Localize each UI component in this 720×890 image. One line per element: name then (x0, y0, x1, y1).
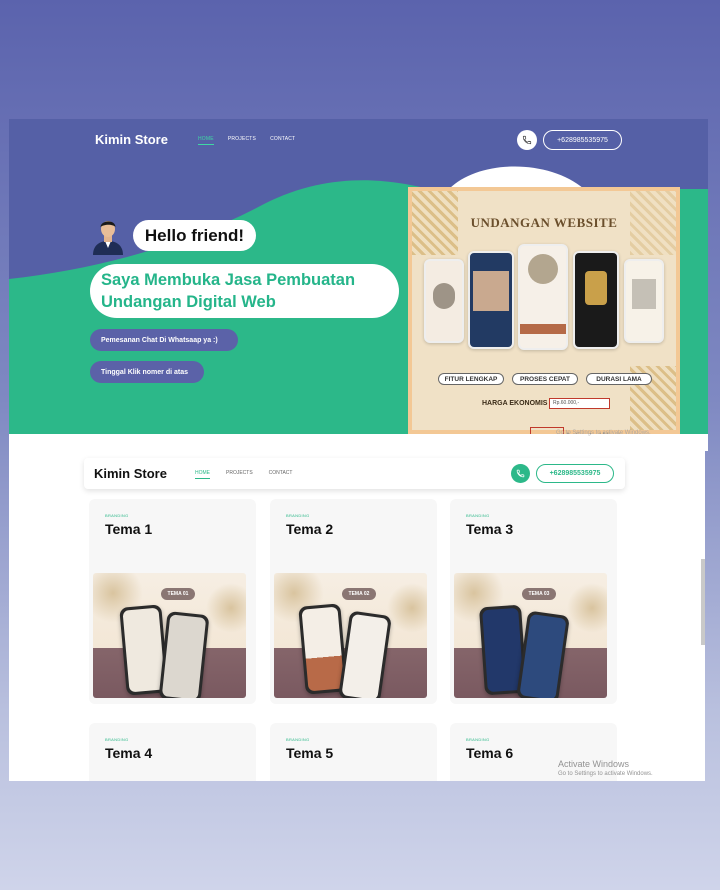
project-card-4[interactable]: BRANDING Tema 4 (89, 723, 256, 781)
card-category: BRANDING (286, 737, 310, 742)
hero-navbar: Kimin Store HOME PROJECTS CONTACT +62898… (9, 119, 708, 161)
nav-home-2[interactable]: HOME (195, 470, 210, 479)
brand-logo[interactable]: Kimin Store (95, 132, 168, 147)
project-card-1[interactable]: BRANDING Tema 1 TEMA 01 (89, 499, 256, 704)
divider-strip: Go to Settings to activate Windows. (9, 430, 708, 451)
click-number-chip[interactable]: Tinggal Klik nomer di atas (90, 361, 204, 383)
card-phone-right (158, 611, 210, 698)
card-phone-right (338, 610, 392, 698)
project-card-5[interactable]: BRANDING Tema 5 (270, 723, 437, 781)
card-category: BRANDING (466, 513, 490, 518)
card-title: Tema 1 (105, 521, 153, 537)
whatsapp-order-chip[interactable]: Pemesanan Chat Di Whatsaap ya :) (90, 329, 238, 351)
projects-section: Kimin Store HOME PROJECTS CONTACT +62898… (9, 451, 705, 781)
phone-icon-2[interactable] (511, 464, 530, 483)
hero-nav-links: HOME PROJECTS CONTACT (198, 136, 295, 145)
phone-icon[interactable] (517, 130, 537, 150)
phone-number-button-2[interactable]: +628985535975 (536, 464, 614, 483)
card-title: Tema 4 (105, 745, 153, 761)
poster-tag-durasi: DURASI LAMA (586, 373, 652, 385)
windows-watermark-top-subtitle: Go to Settings to activate Windows. (556, 430, 651, 436)
card-category: BRANDING (105, 737, 129, 742)
poster-phone-1 (424, 259, 464, 343)
card-title: Tema 6 (466, 745, 514, 761)
card-title: Tema 3 (466, 521, 514, 537)
card-thumbnail: TEMA 03 (454, 573, 607, 698)
nav-links-2: HOME PROJECTS CONTACT (195, 470, 292, 479)
windows-watermark-bottom: Activate Windows Go to Settings to activ… (558, 759, 653, 777)
promo-poster: UNDANGAN WEBSITE FITUR LENGKAP PROSES CE… (408, 187, 680, 434)
nav-contact-2[interactable]: CONTACT (269, 470, 293, 479)
tema-badge: TEMA 01 (161, 588, 195, 600)
headline-line-2: Undangan Digital Web (101, 293, 276, 311)
poster-phone-4 (573, 251, 619, 349)
nav-projects-2[interactable]: PROJECTS (226, 470, 253, 479)
poster-phone-2 (468, 251, 514, 349)
phone-number-button[interactable]: +628985535975 (543, 130, 622, 150)
poster-tag-fitur: FITUR LENGKAP (438, 373, 504, 385)
poster-title: UNDANGAN WEBSITE (470, 215, 618, 230)
nav-home[interactable]: HOME (198, 136, 214, 145)
poster-price: Rp.60.000,- (549, 398, 610, 409)
card-category: BRANDING (105, 513, 129, 518)
project-card-3[interactable]: BRANDING Tema 3 TEMA 03 (450, 499, 617, 704)
poster-tag-proses: PROSES CEPAT (512, 373, 578, 385)
poster-harga-label: HARGA EKONOMIS (482, 400, 548, 407)
project-card-2[interactable]: BRANDING Tema 2 TEMA 02 (270, 499, 437, 704)
brand-logo-2[interactable]: Kimin Store (94, 466, 167, 481)
avatar (91, 215, 125, 255)
card-thumbnail: TEMA 02 (274, 573, 427, 698)
sticky-navbar: Kimin Store HOME PROJECTS CONTACT +62898… (84, 458, 625, 489)
headline-line-1: Saya Membuka Jasa Pembuatan (101, 271, 356, 289)
greeting-pill: Hello friend! (133, 220, 256, 251)
scrollbar-thumb[interactable] (701, 559, 705, 645)
card-title: Tema 5 (286, 745, 334, 761)
nav-contact[interactable]: CONTACT (270, 136, 295, 145)
card-phone-right (516, 610, 570, 698)
card-category: BRANDING (286, 513, 310, 518)
card-title: Tema 2 (286, 521, 334, 537)
nav-projects[interactable]: PROJECTS (228, 136, 256, 145)
card-thumbnail: TEMA 01 (93, 573, 246, 698)
hero-headline: Saya Membuka Jasa Pembuatan Undangan Dig… (90, 264, 399, 318)
hero-section: Kimin Store HOME PROJECTS CONTACT +62898… (9, 119, 708, 434)
poster-phone-3 (518, 244, 568, 350)
card-category: BRANDING (466, 737, 490, 742)
poster-phone-5 (624, 259, 664, 343)
tema-badge: TEMA 02 (342, 588, 376, 600)
tema-badge: TEMA 03 (522, 588, 556, 600)
